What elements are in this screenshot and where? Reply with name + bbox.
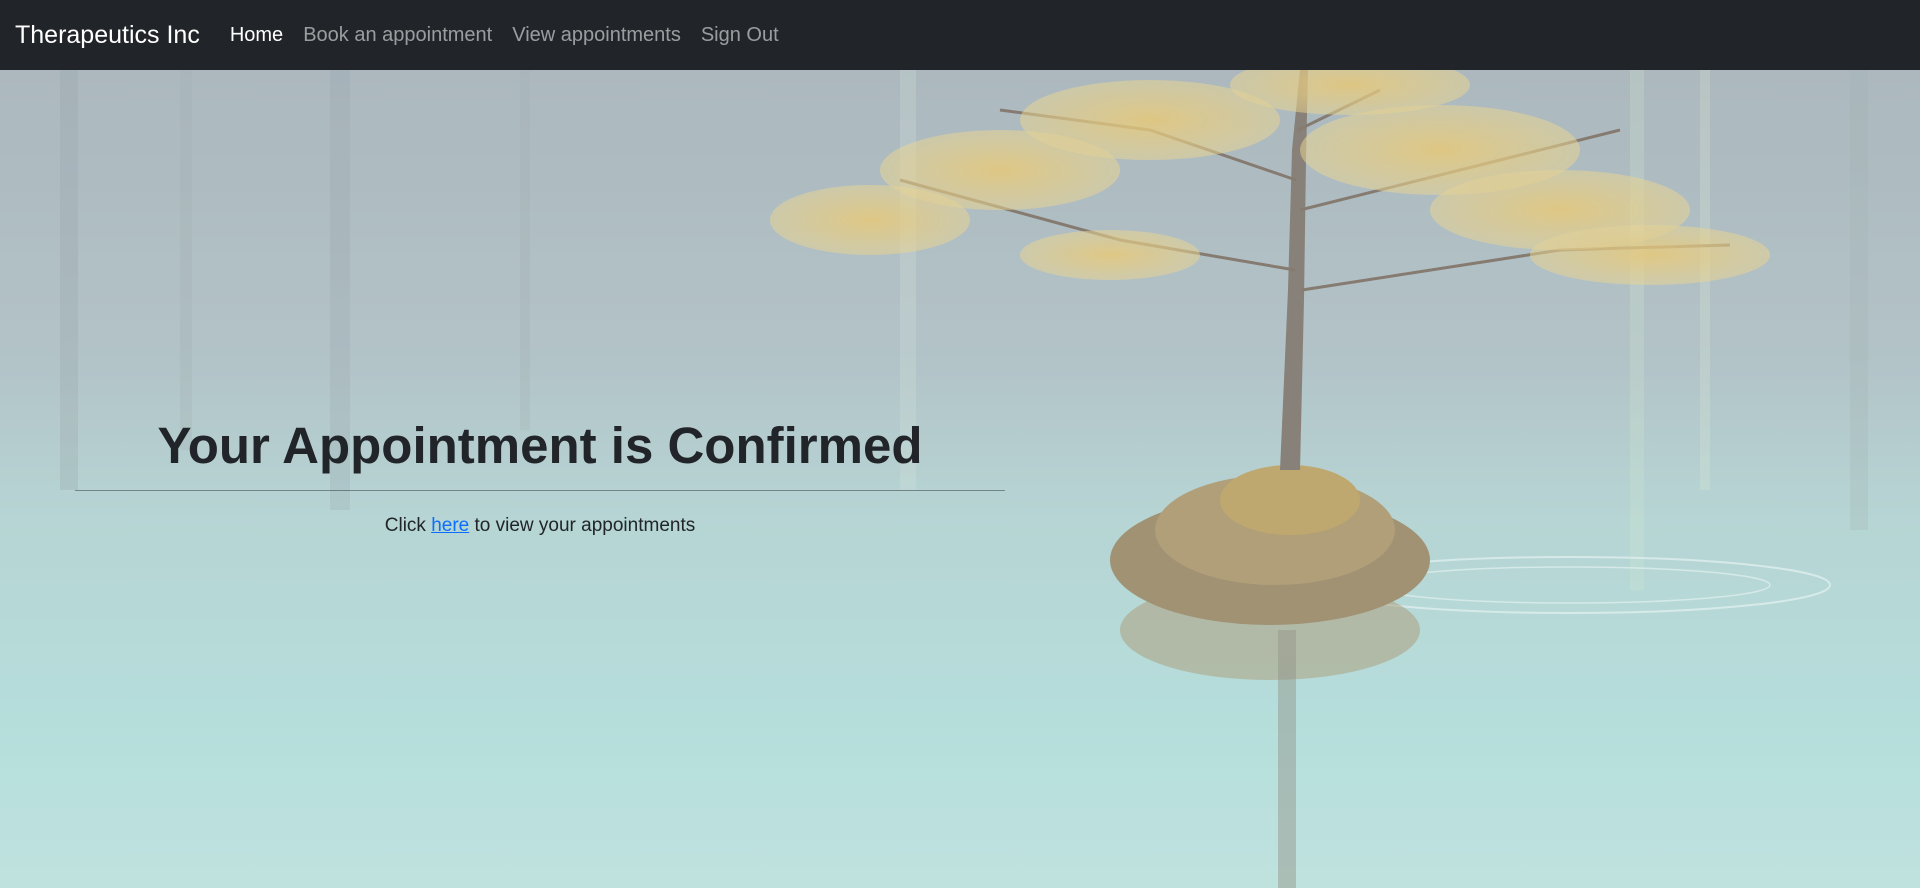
view-appointments-link[interactable]: here	[431, 515, 469, 536]
message-prefix: Click	[384, 515, 426, 537]
page-title: Your Appointment is Confirmed	[157, 417, 923, 474]
message-suffix: to view your appointments	[474, 515, 696, 537]
brand-link[interactable]: Therapeutics Inc	[15, 21, 200, 50]
nav-view-appointments[interactable]: View appointments	[512, 24, 681, 47]
divider	[75, 490, 1005, 492]
nav-sign-out[interactable]: Sign Out	[701, 24, 779, 47]
confirmation-panel: Your Appointment is Confirmed Click here…	[75, 415, 1005, 537]
hero-section: Your Appointment is Confirmed Click here…	[0, 70, 1920, 888]
confirmation-message: Click here to view your appointments	[75, 515, 1005, 537]
top-navbar: Therapeutics Inc Home Book an appointmen…	[0, 0, 1920, 70]
nav-home[interactable]: Home	[230, 24, 283, 47]
nav-book-appointment[interactable]: Book an appointment	[303, 24, 492, 47]
